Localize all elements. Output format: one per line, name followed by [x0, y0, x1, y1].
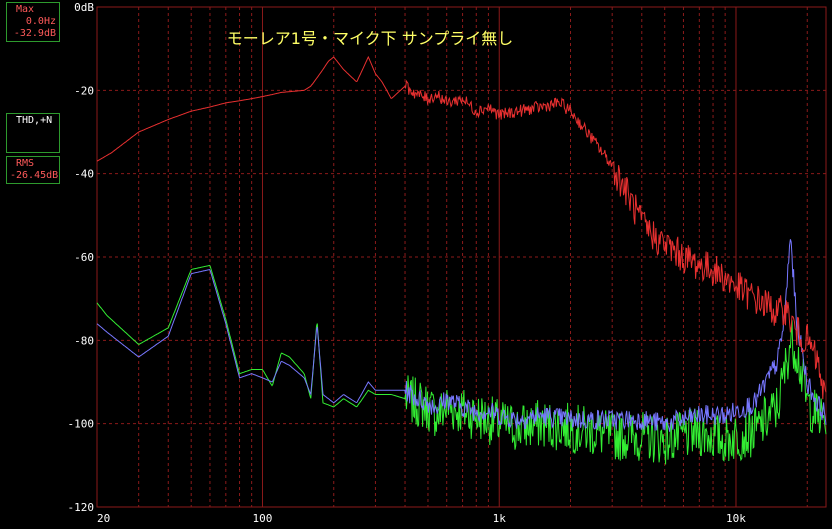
max-readout: Max 0.0Hz -32.9dB [6, 2, 60, 42]
max-freq: 0.0Hz [25, 16, 56, 27]
series-layer [96, 55, 827, 465]
chart-title: モーレア1号・マイク下 サンプライ無し [227, 29, 513, 48]
rms-label: RMS [16, 158, 35, 169]
y-tick-labels: 0dB -20 -40 -60 -80 -100 -120 [68, 1, 95, 514]
x-tick-label: 1k [493, 512, 507, 525]
spectrum-chart: 0dB -20 -40 -60 -80 -100 -120 20 100 1k 10k モーレア1… [68, 1, 827, 525]
y-tick-label: -40 [74, 168, 94, 181]
x-tick-label: 100 [253, 512, 273, 525]
max-level: -32.9dB [13, 28, 56, 39]
y-tick-label: -20 [74, 84, 94, 97]
x-tick-label: 20 [97, 512, 110, 525]
y-tick-label: -60 [74, 251, 94, 264]
series-line [96, 264, 827, 465]
max-label: Max [16, 4, 35, 15]
series-line [96, 55, 827, 400]
thd-readout: THD,+N [6, 113, 60, 153]
x-tick-labels: 20 100 1k 10k [97, 512, 746, 525]
x-tick-label: 10k [726, 512, 746, 525]
rms-level: -26.45dB [10, 170, 59, 181]
y-tick-label: -80 [74, 334, 94, 347]
rms-readout: RMS -26.45dB [6, 156, 60, 184]
thd-label: THD,+N [16, 115, 53, 126]
y-tick-label: 0dB [74, 1, 94, 14]
y-tick-label: -100 [68, 418, 95, 431]
y-tick-label: -120 [68, 501, 95, 514]
